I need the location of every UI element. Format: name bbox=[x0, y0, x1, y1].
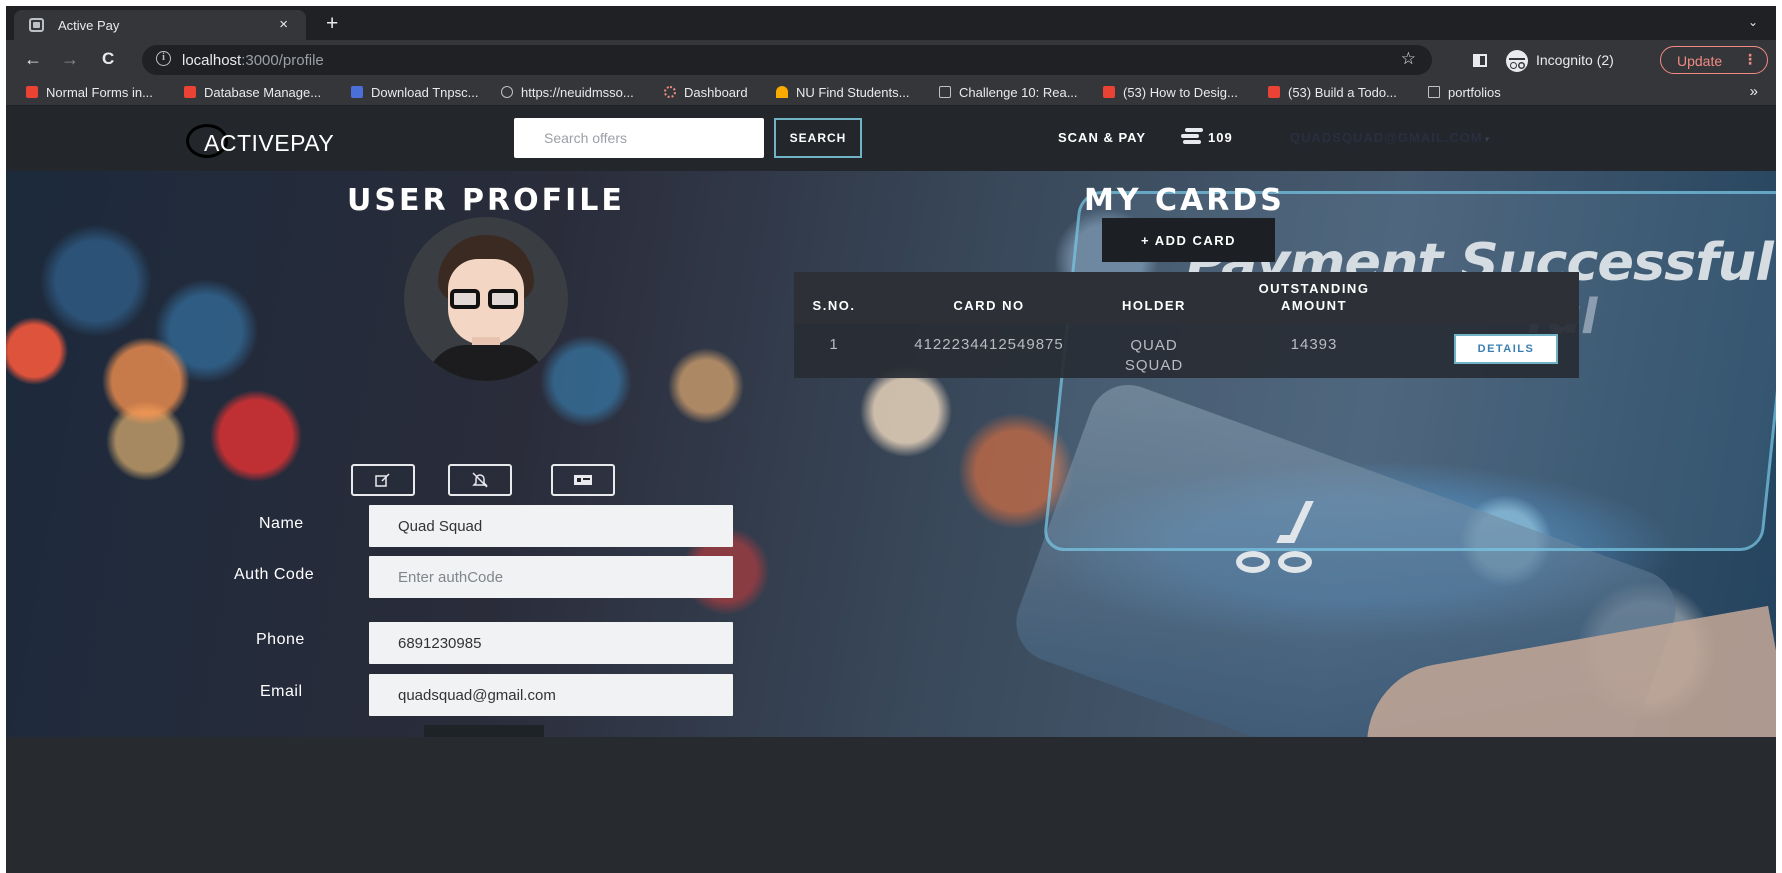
bookmark-star-icon[interactable]: ☆ bbox=[1401, 49, 1416, 69]
new-tab-button[interactable]: + bbox=[326, 12, 338, 36]
bookmark-item[interactable]: NU Find Students... bbox=[776, 85, 909, 100]
bookmark-item[interactable]: (53) Build a Todo... bbox=[1268, 85, 1397, 100]
my-cards-title: MY CARDS bbox=[1084, 183, 1285, 218]
table-header: S.NO. CARD NO HOLDER OUTSTANDING AMOUNT bbox=[794, 272, 1579, 324]
tab-close-icon[interactable]: × bbox=[279, 16, 288, 33]
page-footer bbox=[6, 737, 1776, 873]
shopping-cart-icon bbox=[1236, 501, 1316, 573]
back-arrow-icon[interactable]: ← bbox=[24, 48, 42, 70]
url-text[interactable]: localhost:3000/profile bbox=[182, 52, 324, 69]
coins-icon bbox=[1181, 128, 1203, 144]
globe-icon bbox=[501, 86, 513, 98]
more-bookmarks-icon[interactable]: » bbox=[1750, 83, 1758, 100]
calendar-icon bbox=[939, 86, 951, 98]
phone-input[interactable] bbox=[369, 622, 733, 664]
side-panel-icon[interactable] bbox=[1473, 54, 1487, 67]
bookmark-item[interactable]: portfolios bbox=[1428, 85, 1501, 100]
column-header-card-no: CARD NO bbox=[953, 298, 1025, 313]
card-details-button[interactable]: DETAILS bbox=[1454, 334, 1558, 364]
edit-profile-button[interactable] bbox=[351, 464, 415, 496]
tab-title: Active Pay bbox=[58, 18, 120, 33]
bookmark-favicon-icon bbox=[351, 86, 363, 98]
browser-update-button[interactable]: Update ⋮ bbox=[1660, 46, 1768, 74]
cards-table: S.NO. CARD NO HOLDER OUTSTANDING AMOUNT … bbox=[794, 272, 1579, 378]
auth-code-input[interactable] bbox=[369, 556, 733, 598]
activepay-logo[interactable]: ACTIVEPAY bbox=[184, 120, 364, 160]
app-navbar: ACTIVEPAY SEARCH SCAN & PAY 109 QUADSQUA… bbox=[6, 106, 1776, 171]
name-label: Name bbox=[259, 515, 304, 532]
email-label: Email bbox=[260, 683, 303, 700]
search-button[interactable]: SEARCH bbox=[774, 118, 862, 158]
wallet-button[interactable] bbox=[551, 464, 615, 496]
page-favicon-icon bbox=[29, 18, 44, 32]
reload-icon[interactable]: C bbox=[102, 48, 114, 70]
add-card-button[interactable]: + ADD CARD bbox=[1102, 218, 1275, 262]
forward-arrow-icon[interactable]: → bbox=[61, 48, 79, 70]
email-input[interactable] bbox=[369, 674, 733, 716]
bookmark-item[interactable]: Database Manage... bbox=[184, 85, 321, 100]
cell-sno: 1 bbox=[829, 336, 839, 353]
avatar bbox=[404, 217, 568, 381]
bookmark-favicon-icon bbox=[184, 86, 196, 98]
browser-menu-icon[interactable]: ⋮ bbox=[1743, 51, 1757, 68]
address-bar[interactable]: i localhost:3000/profile ☆ bbox=[142, 45, 1432, 75]
tab-active-pay[interactable]: Active Pay × bbox=[14, 10, 306, 40]
cell-amount: 14393 bbox=[1290, 336, 1338, 353]
bookmark-item[interactable]: Download Tnpsc... bbox=[351, 85, 478, 100]
bookmark-favicon-icon bbox=[776, 86, 788, 98]
scan-pay-link[interactable]: SCAN & PAY bbox=[1058, 130, 1146, 145]
tab-search-icon[interactable]: ⌄ bbox=[1748, 15, 1758, 29]
user-profile-title: USER PROFILE bbox=[347, 183, 625, 218]
phone-label: Phone bbox=[256, 631, 305, 648]
folder-icon bbox=[1428, 86, 1440, 98]
browser-window: Active Pay × + ⌄ ← → C i localhost:3000/… bbox=[6, 6, 1776, 873]
bookmark-item[interactable]: (53) How to Desig... bbox=[1103, 85, 1238, 100]
page-content: ACTIVEPAY SEARCH SCAN & PAY 109 QUADSQUA… bbox=[6, 106, 1776, 873]
bookmark-favicon-icon bbox=[26, 86, 38, 98]
coins-balance: 109 bbox=[1208, 130, 1233, 145]
incognito-label[interactable]: Incognito (2) bbox=[1536, 52, 1614, 68]
bookmark-item[interactable]: Dashboard bbox=[664, 85, 748, 100]
site-info-icon[interactable]: i bbox=[156, 51, 171, 66]
incognito-icon[interactable] bbox=[1506, 50, 1528, 72]
search-offers-input[interactable] bbox=[514, 118, 764, 158]
cell-holder: QUAD SQUAD bbox=[1124, 337, 1184, 374]
youtube-icon bbox=[1268, 86, 1280, 98]
money-icon bbox=[574, 475, 592, 485]
auth-code-label: Auth Code bbox=[234, 566, 315, 583]
column-header-sno: S.NO. bbox=[812, 298, 856, 313]
bookmarks-bar: Normal Forms in... Database Manage... Do… bbox=[6, 80, 1776, 106]
bookmark-item[interactable]: Challenge 10: Rea... bbox=[939, 85, 1078, 100]
column-header-outstanding-amount: OUTSTANDING AMOUNT bbox=[1258, 281, 1370, 313]
browser-toolbar: ← → C i localhost:3000/profile ☆ Incogni… bbox=[6, 40, 1776, 80]
bell-off-icon bbox=[472, 472, 488, 488]
hero-background: Payment Successful ful USER PROFILE bbox=[6, 171, 1776, 859]
youtube-icon bbox=[1103, 86, 1115, 98]
name-input[interactable] bbox=[369, 505, 733, 547]
user-menu-dropdown[interactable]: QUADSQUAD@GMAIL.COM ▾ bbox=[1290, 130, 1490, 145]
dashboard-icon bbox=[664, 86, 676, 98]
column-header-holder: HOLDER bbox=[1122, 298, 1186, 313]
cell-card-no: 4122234412549875 bbox=[914, 336, 1064, 353]
edit-icon bbox=[375, 473, 390, 487]
bookmark-item[interactable]: Normal Forms in... bbox=[26, 85, 153, 100]
mute-notifications-button[interactable] bbox=[448, 464, 512, 496]
bookmark-item[interactable]: https://neuidmsso... bbox=[501, 85, 634, 100]
chevron-down-icon: ▾ bbox=[1484, 134, 1491, 144]
tab-strip: Active Pay × + ⌄ bbox=[6, 6, 1776, 40]
